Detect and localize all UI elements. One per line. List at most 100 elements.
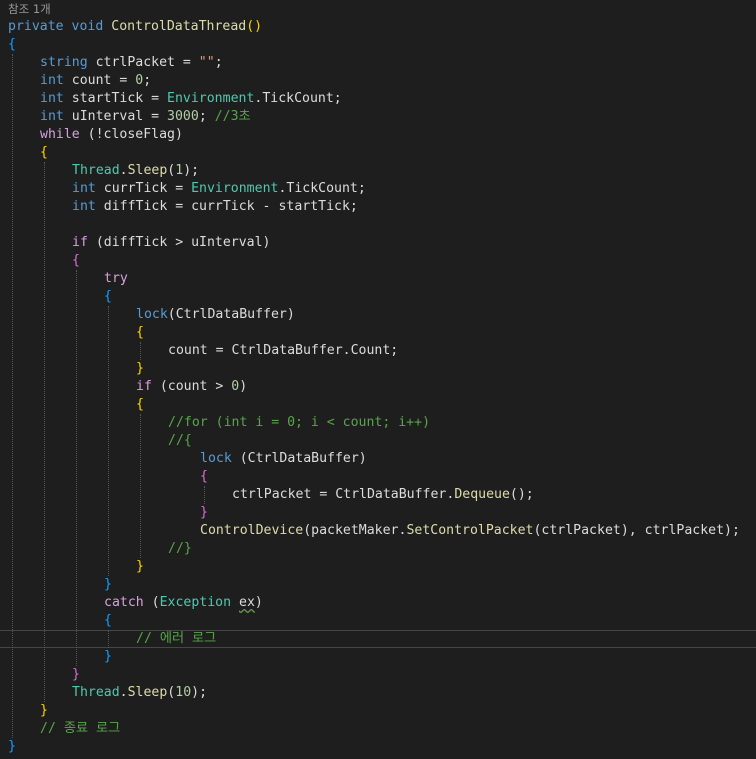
code-line[interactable]: { <box>8 36 16 54</box>
code-token: Sleep <box>127 685 168 700</box>
code-token: startTick = <box>63 91 168 106</box>
code-line[interactable]: } <box>136 558 144 576</box>
code-line[interactable]: ControlDevice(packetMaker.SetControlPack… <box>200 522 740 540</box>
code-token: { <box>104 613 112 628</box>
code-line[interactable]: } <box>40 702 48 720</box>
code-line[interactable]: int count = 0; <box>40 72 151 90</box>
code-token: //for (int i = 0; i < count; i++) <box>168 415 431 430</box>
code-token: . <box>119 163 128 178</box>
code-token: ControlDevice <box>200 523 304 538</box>
code-token: int <box>40 73 64 88</box>
code-line[interactable]: //{ <box>168 432 192 450</box>
code-token: ctrlPacket = CtrlDataBuffer. <box>232 487 455 502</box>
code-token: count = CtrlDataBuffer.Count; <box>168 343 399 358</box>
code-line[interactable]: try <box>104 270 128 288</box>
code-editor[interactable]: 참조 1개 private void ControlDataThread(){s… <box>0 0 756 759</box>
code-token: ex <box>239 595 255 610</box>
code-token: (!closeFlag) <box>79 127 183 142</box>
code-token: Environment <box>191 181 279 196</box>
code-line[interactable]: { <box>72 252 80 270</box>
code-token: int <box>72 199 96 214</box>
code-line[interactable]: int startTick = Environment.TickCount; <box>40 90 342 108</box>
code-token: ); <box>183 163 200 178</box>
code-line[interactable]: { <box>40 144 48 162</box>
code-token: ctrlPacket = <box>87 55 199 70</box>
code-token: { <box>40 145 48 160</box>
code-token: //} <box>168 541 192 556</box>
code-token: Environment <box>167 91 255 106</box>
code-line[interactable]: int uInterval = 3000; //3초 <box>40 108 251 126</box>
code-token: 10 <box>175 685 192 700</box>
code-line[interactable]: Thread.Sleep(1); <box>72 162 199 180</box>
code-line[interactable]: } <box>72 666 80 684</box>
code-token: //3초 <box>214 109 251 124</box>
code-line[interactable]: //for (int i = 0; i < count; i++) <box>168 414 430 432</box>
code-line[interactable]: ctrlPacket = CtrlDataBuffer.Dequeue(); <box>232 486 534 504</box>
code-token: ) <box>254 595 263 610</box>
code-token: int <box>40 109 64 124</box>
code-line[interactable]: } <box>104 648 112 666</box>
code-token: 3000 <box>167 109 199 124</box>
code-line[interactable]: } <box>104 576 112 594</box>
code-line[interactable]: if (count > 0) <box>136 378 247 396</box>
code-line[interactable]: { <box>104 612 112 630</box>
code-token: { <box>136 325 144 340</box>
code-line[interactable]: { <box>104 288 112 306</box>
code-line[interactable]: // 에러 로그 <box>136 630 216 648</box>
code-token: ( <box>143 595 160 610</box>
code-line[interactable]: //} <box>168 540 192 558</box>
indent-guide <box>108 306 109 576</box>
code-token: } <box>40 703 48 718</box>
code-token: if <box>136 379 152 394</box>
code-line[interactable]: private void ControlDataThread() <box>8 18 262 36</box>
code-line[interactable]: // 종료 로그 <box>40 720 120 738</box>
code-line[interactable]: { <box>136 324 144 342</box>
codelens-references[interactable]: 참조 1개 <box>8 0 51 18</box>
code-token: if <box>72 235 88 250</box>
code-token: (packetMaker. <box>303 523 407 538</box>
code-token: Thread <box>72 685 120 700</box>
code-line[interactable]: lock (CtrlDataBuffer) <box>200 450 367 468</box>
code-token: ; <box>214 55 223 70</box>
code-token: { <box>200 469 208 484</box>
code-line[interactable]: } <box>136 360 144 378</box>
code-line[interactable]: } <box>8 738 16 756</box>
indent-guide <box>204 486 205 504</box>
code-line[interactable]: { <box>200 468 208 486</box>
code-token: { <box>72 253 80 268</box>
code-token: (); <box>509 487 534 502</box>
code-token: SetControlPacket <box>406 523 534 538</box>
code-line[interactable]: while (!closeFlag) <box>40 126 183 144</box>
code-token: uInterval = <box>63 109 168 124</box>
code-token: 1 <box>175 163 184 178</box>
code-line[interactable]: count = CtrlDataBuffer.Count; <box>168 342 398 360</box>
code-token: // 에러 로그 <box>136 631 217 646</box>
code-token: (CtrlDataBuffer) <box>167 307 295 322</box>
code-token: lock <box>136 307 168 322</box>
code-line[interactable]: if (diffTick > uInterval) <box>72 234 271 252</box>
code-line[interactable]: lock(CtrlDataBuffer) <box>136 306 295 324</box>
current-line-highlight <box>0 630 756 648</box>
indent-guide <box>140 342 141 360</box>
code-line[interactable]: catch (Exception ex) <box>104 594 263 612</box>
code-token: ; <box>198 109 215 124</box>
code-line[interactable]: Thread.Sleep(10); <box>72 684 207 702</box>
indent-guide <box>76 270 77 666</box>
code-line[interactable]: { <box>136 396 144 414</box>
code-token: } <box>72 667 80 682</box>
code-token: while <box>40 127 80 142</box>
code-token: Dequeue <box>454 487 510 502</box>
code-token: (CtrlDataBuffer) <box>231 451 367 466</box>
code-line[interactable]: } <box>200 504 208 522</box>
indent-guide <box>44 162 45 702</box>
code-line[interactable]: string ctrlPacket = ""; <box>40 54 223 72</box>
code-token: // 종료 로그 <box>40 721 121 736</box>
code-token: .TickCount; <box>254 91 342 106</box>
code-line[interactable]: int currTick = Environment.TickCount; <box>72 180 366 198</box>
code-line[interactable]: int diffTick = currTick - startTick; <box>72 198 358 216</box>
code-token: ; <box>143 73 152 88</box>
code-token: diffTick = currTick - startTick; <box>95 199 358 214</box>
code-token: { <box>104 289 112 304</box>
